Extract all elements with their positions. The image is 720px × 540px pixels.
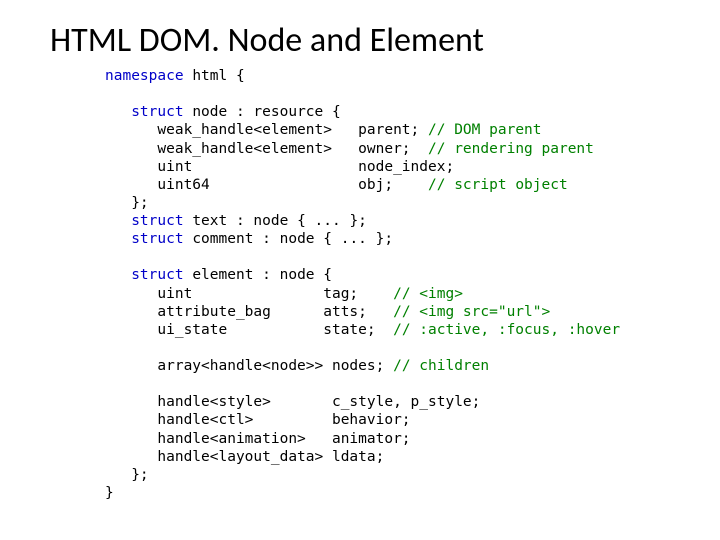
code-text: weak_handle<element> parent; bbox=[105, 122, 428, 138]
code-text: uint tag; bbox=[105, 286, 393, 302]
code-block: namespace html { struct node : resource … bbox=[105, 67, 670, 502]
comment: // script object bbox=[428, 177, 568, 193]
comment: // <img src="url"> bbox=[393, 304, 550, 320]
code-text: element : node { bbox=[192, 267, 332, 283]
code-text: ui_state state; bbox=[105, 322, 393, 338]
keyword: struct bbox=[105, 231, 192, 247]
code-text: }; bbox=[105, 195, 149, 211]
comment: // rendering parent bbox=[428, 141, 594, 157]
slide-title: HTML DOM. Node and Element bbox=[50, 20, 670, 61]
comment: // DOM parent bbox=[428, 122, 542, 138]
code-text: handle<ctl> behavior; bbox=[105, 412, 411, 428]
code-text: comment : node { ... }; bbox=[192, 231, 393, 247]
keyword: struct bbox=[105, 267, 192, 283]
code-text: text : node { ... }; bbox=[192, 213, 367, 229]
code-text: handle<layout_data> ldata; bbox=[105, 449, 384, 465]
code-text: uint node_index; bbox=[105, 159, 454, 175]
code-text: node : resource { bbox=[192, 104, 340, 120]
slide: HTML DOM. Node and Element namespace htm… bbox=[0, 0, 720, 540]
code-text: }; bbox=[105, 467, 149, 483]
keyword: struct bbox=[105, 213, 192, 229]
comment: // :active, :focus, :hover bbox=[393, 322, 620, 338]
code-text: attribute_bag atts; bbox=[105, 304, 393, 320]
code-text: uint64 obj; bbox=[105, 177, 428, 193]
keyword: namespace bbox=[105, 68, 192, 84]
code-text: handle<animation> animator; bbox=[105, 431, 411, 447]
code-text: html { bbox=[192, 68, 244, 84]
code-text: handle<style> c_style, p_style; bbox=[105, 394, 480, 410]
code-text: array<handle<node>> nodes; bbox=[105, 358, 393, 374]
code-text: weak_handle<element> owner; bbox=[105, 141, 428, 157]
comment: // children bbox=[393, 358, 489, 374]
comment: // <img> bbox=[393, 286, 463, 302]
code-text: } bbox=[105, 485, 114, 501]
keyword: struct bbox=[105, 104, 192, 120]
